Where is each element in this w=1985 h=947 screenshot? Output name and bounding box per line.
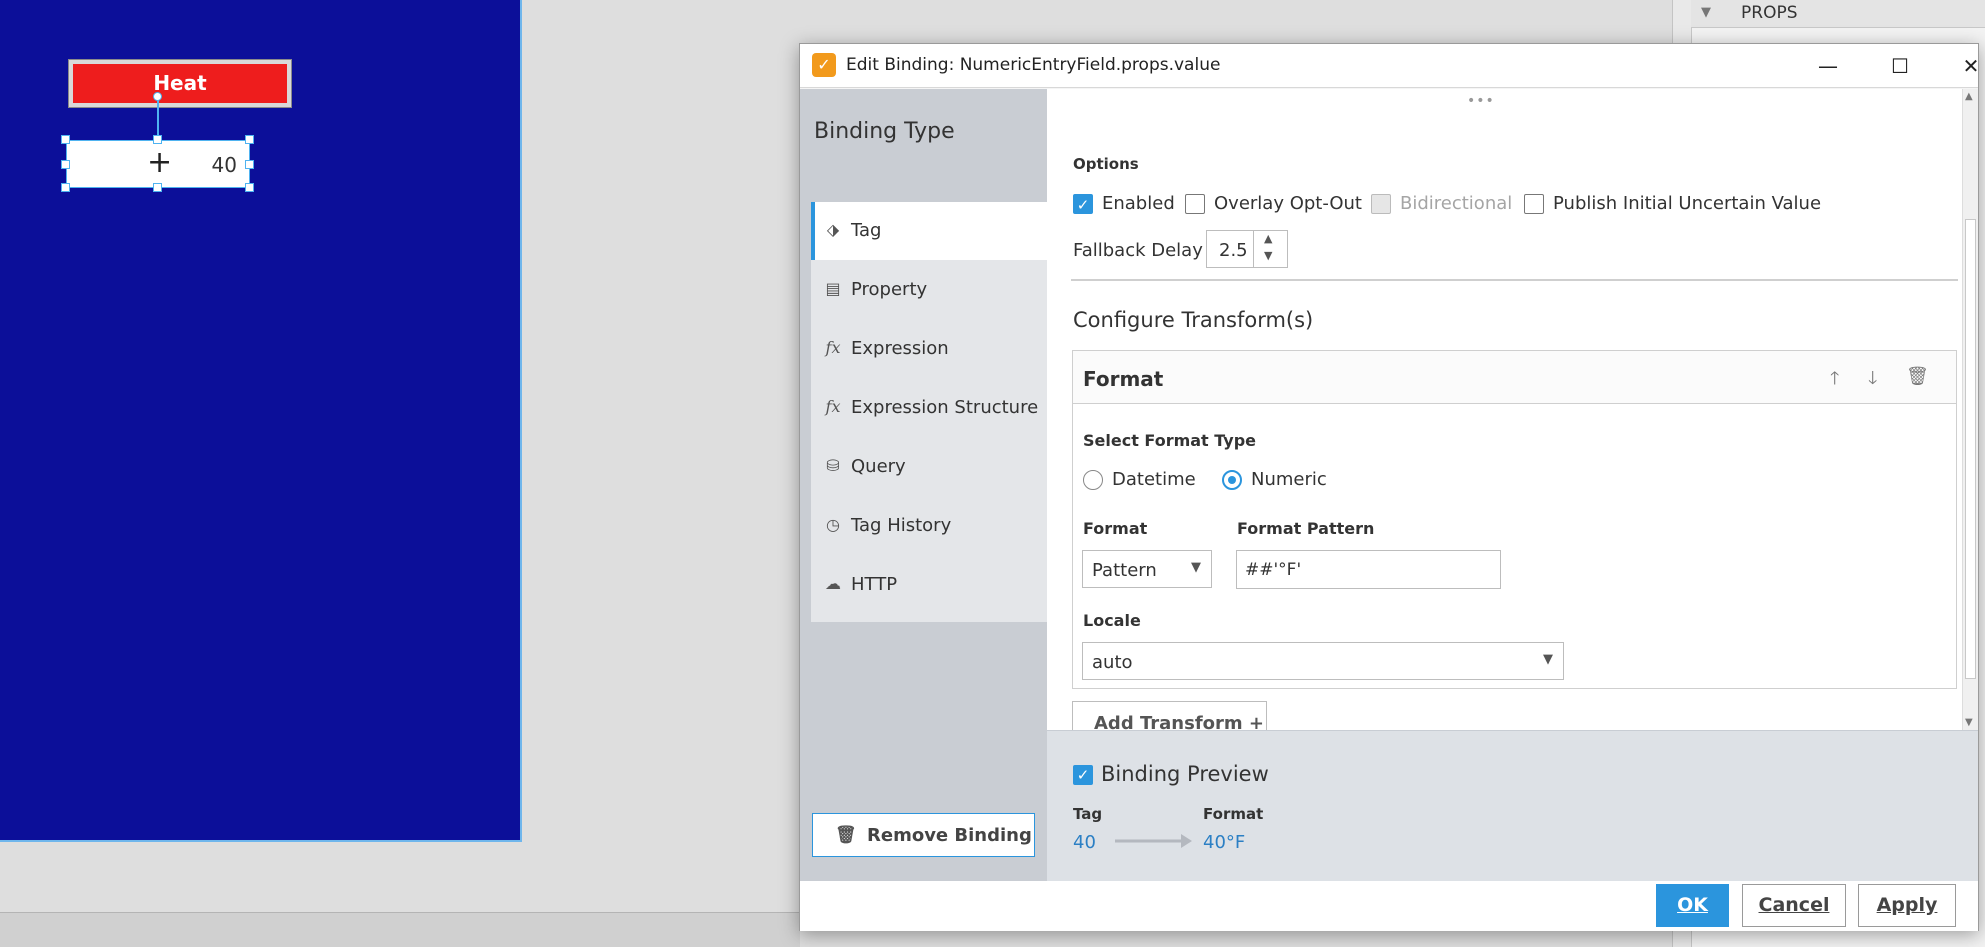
resize-handle[interactable] bbox=[61, 183, 70, 192]
checkbox-box bbox=[1371, 194, 1391, 214]
clock-icon: ◷ bbox=[826, 515, 840, 534]
move-cursor-icon: + bbox=[147, 145, 173, 180]
heat-button[interactable]: Heat bbox=[68, 59, 292, 108]
minimize-button[interactable]: — bbox=[1805, 50, 1851, 82]
format-pattern-input[interactable] bbox=[1236, 550, 1501, 589]
stepper-arrows[interactable]: ▲ ▼ bbox=[1253, 231, 1288, 267]
binding-preview-title: Binding Preview bbox=[1101, 762, 1269, 786]
binding-type-expression[interactable]: fx Expression bbox=[811, 320, 1047, 378]
maximize-button[interactable]: ☐ bbox=[1877, 50, 1923, 82]
fallback-delay-stepper[interactable]: 2.5 ▲ ▼ bbox=[1206, 230, 1288, 268]
arrow-up-icon[interactable]: 🡑 bbox=[1830, 366, 1839, 396]
binding-type-tag-history[interactable]: ◷ Tag History bbox=[811, 497, 1047, 555]
resize-handle[interactable] bbox=[245, 135, 254, 144]
section-divider bbox=[1071, 279, 1958, 281]
fx-icon: fx bbox=[825, 397, 841, 416]
preview-format-value: 40°F bbox=[1203, 832, 1246, 853]
configure-transforms-title: Configure Transform(s) bbox=[1073, 308, 1314, 332]
resize-handle[interactable] bbox=[245, 183, 254, 192]
designer-app-icon: ✓ bbox=[812, 53, 836, 77]
fallback-delay-value: 2.5 bbox=[1219, 240, 1248, 261]
collapse-caret-icon: ▼ bbox=[1701, 5, 1711, 20]
property-icon: ▤ bbox=[825, 279, 841, 298]
radio-dot bbox=[1222, 470, 1242, 490]
format-transform-header: Format 🡑 🡓 🗑 bbox=[1073, 351, 1956, 404]
binding-preview-panel: ✓ Binding Preview Tag Format 40 40°F bbox=[1047, 730, 1978, 881]
preview-tag-label: Tag bbox=[1073, 805, 1103, 823]
locale-dropdown[interactable]: auto ▼ bbox=[1082, 642, 1564, 680]
binding-type-property[interactable]: ▤ Property bbox=[811, 261, 1047, 319]
chevron-down-icon: ▼ bbox=[1543, 652, 1553, 667]
tag-icon: ⬗ bbox=[826, 220, 840, 239]
apply-button[interactable]: Apply bbox=[1858, 884, 1956, 927]
chevron-down-icon: ▼ bbox=[1191, 560, 1201, 575]
binding-type-list: ⬗ Tag ▤ Property fx Expression fx Expres… bbox=[811, 202, 1047, 622]
resize-handle[interactable] bbox=[153, 135, 162, 144]
arrow-down-icon[interactable]: 🡓 bbox=[1868, 366, 1877, 396]
drag-handle-icon[interactable]: ••• bbox=[1467, 93, 1495, 109]
format-pattern-label: Format Pattern bbox=[1237, 519, 1375, 538]
anchor-line bbox=[157, 96, 159, 140]
binding-type-query[interactable]: ⛁ Query bbox=[811, 438, 1047, 496]
format-transform-title: Format bbox=[1083, 367, 1164, 391]
scroll-up-icon[interactable]: ▲ bbox=[1965, 91, 1973, 102]
status-strip bbox=[0, 912, 800, 947]
remove-binding-button[interactable]: 🗑 Remove Binding bbox=[812, 813, 1035, 857]
anchor-handle[interactable] bbox=[153, 92, 162, 101]
perspective-canvas[interactable]: Heat + 40 bbox=[0, 0, 522, 842]
options-label: Options bbox=[1073, 155, 1139, 173]
arrow-right-icon bbox=[1115, 834, 1192, 848]
binding-type-sidebar: Binding Type ⬗ Tag ▤ Property fx Express… bbox=[800, 89, 1047, 881]
vertical-scrollbar[interactable]: ▲ ▼ bbox=[1962, 89, 1978, 730]
binding-type-http[interactable]: ☁ HTTP bbox=[811, 556, 1047, 614]
props-section-label: PROPS bbox=[1741, 3, 1798, 23]
scroll-down-icon[interactable]: ▼ bbox=[1965, 717, 1973, 728]
add-transform-button[interactable]: Add Transform + bbox=[1072, 701, 1267, 730]
select-format-type-label: Select Format Type bbox=[1083, 431, 1257, 450]
checkbox-box bbox=[1185, 194, 1205, 214]
locale-label: Locale bbox=[1083, 611, 1141, 630]
props-section-header[interactable]: ▼ PROPS bbox=[1691, 0, 1985, 28]
dialog-title: Edit Binding: NumericEntryField.props.va… bbox=[846, 55, 1221, 75]
radio-dot bbox=[1083, 470, 1103, 490]
binding-preview-checkbox[interactable]: ✓ bbox=[1073, 765, 1093, 785]
cloud-icon: ☁ bbox=[825, 574, 841, 593]
format-transform-card: Format 🡑 🡓 🗑 Select Format Type Datetime… bbox=[1072, 350, 1957, 689]
checkbox-box bbox=[1524, 194, 1544, 214]
fallback-delay-label: Fallback Delay bbox=[1073, 240, 1203, 261]
binding-type-tag[interactable]: ⬗ Tag bbox=[811, 202, 1047, 260]
numeric-entry-field[interactable]: + 40 bbox=[66, 140, 250, 188]
resize-handle[interactable] bbox=[61, 160, 70, 169]
binding-type-title: Binding Type bbox=[814, 119, 955, 144]
resize-handle[interactable] bbox=[153, 183, 162, 192]
format-label: Format bbox=[1083, 519, 1148, 538]
edit-binding-dialog: ✓ Edit Binding: NumericEntryField.props.… bbox=[799, 43, 1979, 931]
close-button[interactable]: ✕ bbox=[1948, 50, 1985, 82]
binding-config-panel: ••• Options ✓ Enabled Overlay Opt-Out Bi… bbox=[1047, 89, 1978, 730]
fx-icon: fx bbox=[825, 338, 841, 357]
trash-icon: 🗑 bbox=[835, 825, 857, 845]
preview-format-label: Format bbox=[1203, 805, 1264, 823]
numeric-entry-value: 40 bbox=[211, 153, 237, 177]
check-icon: ✓ bbox=[1073, 194, 1093, 214]
dialog-footer: OK Cancel Apply bbox=[800, 881, 1978, 931]
scrollbar-thumb[interactable] bbox=[1965, 219, 1976, 679]
decrement-icon[interactable]: ▼ bbox=[1264, 249, 1272, 262]
ok-button[interactable]: OK bbox=[1656, 884, 1729, 927]
preview-tag-value: 40 bbox=[1073, 832, 1096, 853]
increment-icon[interactable]: ▲ bbox=[1264, 232, 1272, 245]
database-icon: ⛁ bbox=[826, 456, 840, 475]
format-dropdown[interactable]: Pattern ▼ bbox=[1082, 550, 1212, 588]
trash-icon[interactable]: 🗑 bbox=[1906, 366, 1929, 387]
resize-handle[interactable] bbox=[245, 160, 254, 169]
binding-type-expression-structure[interactable]: fx Expression Structure bbox=[811, 379, 1047, 437]
dialog-titlebar[interactable]: ✓ Edit Binding: NumericEntryField.props.… bbox=[800, 44, 1979, 88]
resize-handle[interactable] bbox=[61, 135, 70, 144]
cancel-button[interactable]: Cancel bbox=[1742, 884, 1846, 927]
